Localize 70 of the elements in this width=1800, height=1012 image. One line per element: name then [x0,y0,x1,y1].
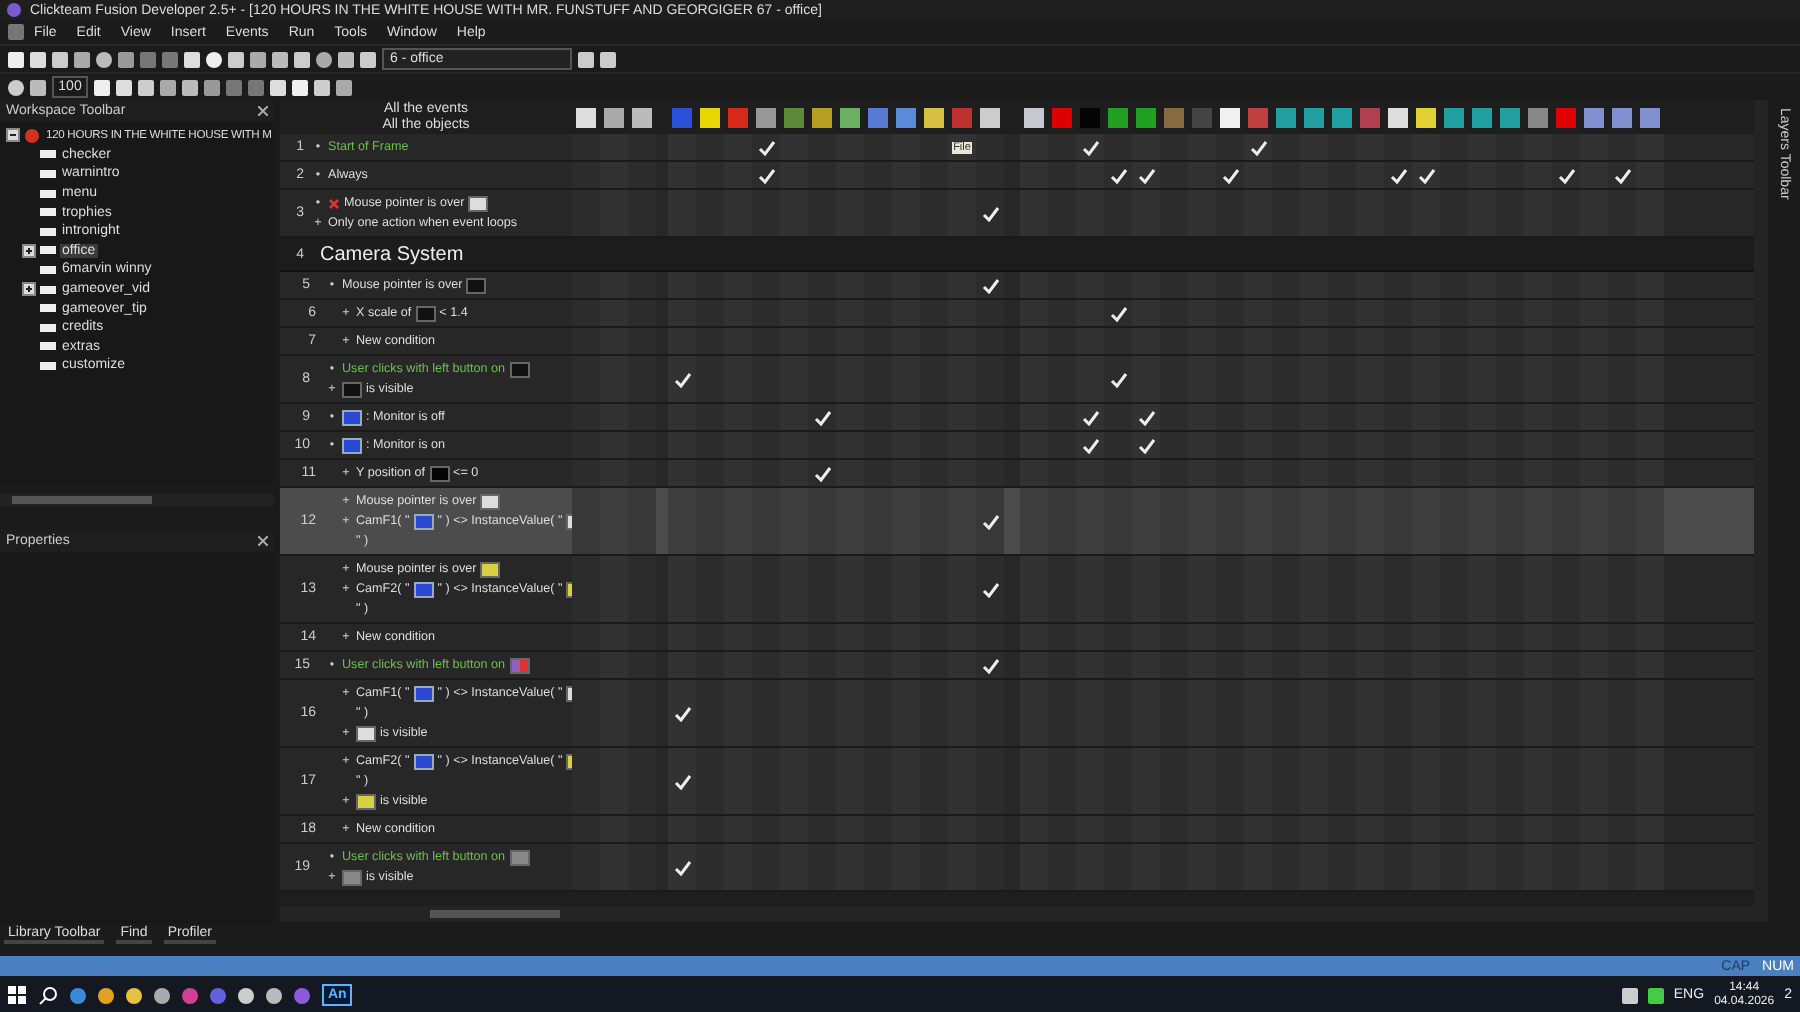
square-icon[interactable] [94,79,110,95]
checkmark-icon [1557,167,1575,183]
square-icon[interactable] [116,79,132,95]
checkmark-icon [813,465,831,481]
bar-object-icon [342,381,362,397]
circle-icon[interactable] [206,51,222,67]
close-icon[interactable] [258,106,268,116]
checkmark-icon [1109,305,1127,321]
square-icon[interactable] [52,51,68,67]
checkmark-icon [673,859,691,875]
checkmark-icon [1613,167,1631,183]
dark-object-icon [429,465,450,481]
square-icon[interactable] [292,79,308,95]
checkmark-icon [981,581,999,597]
square-icon[interactable] [74,51,90,67]
square-icon[interactable] [272,51,288,67]
panel-object-icon [509,849,530,865]
note-object-icon [356,725,376,741]
windows-logo-icon[interactable] [8,986,26,1004]
square-icon[interactable] [360,51,376,67]
scrollbar[interactable] [0,494,274,506]
ball-icon [24,127,40,144]
app-logo-icon [6,2,22,18]
expand-box-icon[interactable] [22,243,36,258]
group-title: Camera System [320,243,464,265]
checkmark-icon [673,705,691,721]
monitor-object-icon [413,513,434,529]
badge-object-icon [356,793,376,809]
checkmark-icon [981,513,999,529]
close-icon[interactable] [258,536,268,546]
note-object-icon [480,493,501,509]
circle-icon[interactable] [96,51,112,67]
expand-box-icon[interactable] [6,128,20,143]
bar-object-icon [415,305,436,321]
badge-object-icon [480,561,501,577]
scrollbar[interactable] [280,906,1754,922]
panel-object-icon [342,869,362,885]
square-icon[interactable] [336,79,352,95]
bar-object-icon [509,361,530,377]
square-icon[interactable] [314,79,330,95]
square-icon[interactable] [118,51,134,67]
square-icon[interactable] [338,51,354,67]
monitor-object-icon [413,581,434,597]
monitor-object-icon [413,685,434,701]
checkmark-icon [1109,371,1127,387]
square-icon[interactable] [250,51,266,67]
square-icon[interactable] [30,51,46,67]
checkmark-icon [981,657,999,673]
square-icon[interactable] [204,79,220,95]
bar-object-icon [466,277,487,293]
scrollbar[interactable] [1754,100,1768,922]
square-icon[interactable] [160,79,176,95]
monitor-object-icon [413,753,434,769]
note-object-icon [468,195,489,211]
square-icon[interactable] [184,51,200,67]
button-object-icon [509,657,530,673]
checkmark-icon [673,371,691,387]
square-icon[interactable] [228,51,244,67]
checkmark-icon [813,409,831,425]
expand-box-icon[interactable] [22,282,36,297]
cross-icon [328,197,340,209]
square-icon[interactable] [138,79,154,95]
checkmark-icon [981,205,999,221]
circle-icon[interactable] [316,51,332,67]
square-icon[interactable] [8,51,24,67]
checkmark-icon [981,277,999,293]
square-icon[interactable] [294,51,310,67]
square-icon[interactable] [270,79,286,95]
checkmark-icon [673,773,691,789]
square-icon[interactable] [182,79,198,95]
